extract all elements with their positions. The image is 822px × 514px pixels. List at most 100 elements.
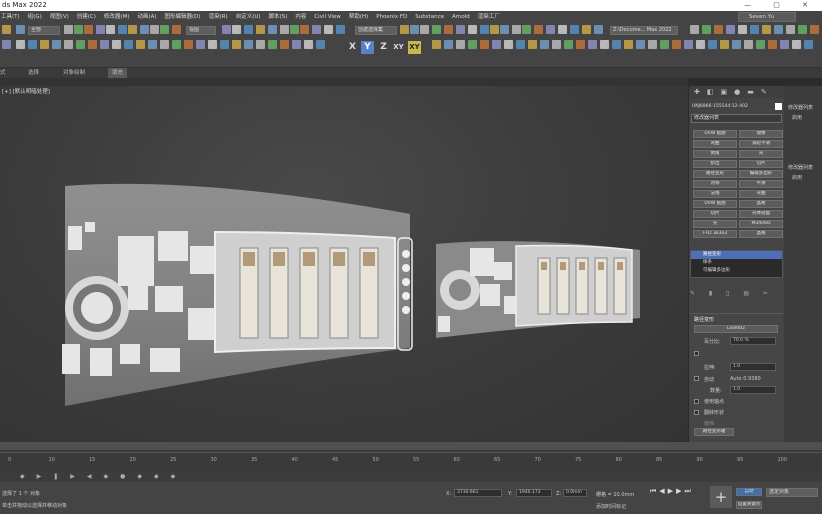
auto-key-button[interactable]: 自动 xyxy=(736,488,762,496)
toolbar-tool-icon[interactable] xyxy=(172,25,181,34)
toolbar-tool-icon[interactable] xyxy=(702,25,711,34)
menu-item[interactable]: 图形编辑器(D) xyxy=(165,14,201,20)
menu-item[interactable]: Civil View xyxy=(314,14,340,20)
toolbar-tool-icon[interactable] xyxy=(232,25,241,34)
toolbar-tool-icon[interactable] xyxy=(88,40,97,49)
toolbar-tool-icon[interactable] xyxy=(150,25,159,34)
toolbar-tool-icon[interactable] xyxy=(792,40,801,49)
toolbar-tool-icon[interactable] xyxy=(690,25,699,34)
toolbar-tool-icon[interactable] xyxy=(672,40,681,49)
toolbar-tool-icon[interactable] xyxy=(290,25,299,34)
toolbar-tool-icon[interactable] xyxy=(324,25,333,34)
toolbar-tool-icon[interactable] xyxy=(316,40,325,49)
toolbar-tool-icon[interactable] xyxy=(400,25,409,34)
toolbar-tool-icon[interactable] xyxy=(534,25,543,34)
toolbar-tool-icon[interactable] xyxy=(504,40,513,49)
toolbar-tool-icon[interactable] xyxy=(100,40,109,49)
z-coord-field[interactable]: 0.0mm xyxy=(563,489,587,497)
modifier-button[interactable]: 法线 xyxy=(693,190,737,198)
time-slider[interactable] xyxy=(0,442,822,450)
toolbar-tool-icon[interactable] xyxy=(172,40,181,49)
ribbon-tab-object-paint[interactable]: 对象绘制 xyxy=(63,68,85,78)
stack-item[interactable]: 可编辑多边形 xyxy=(691,267,782,275)
toolbar-tool-icon[interactable] xyxy=(40,40,49,49)
menu-item[interactable]: 创建(C) xyxy=(77,14,96,20)
viewport-label[interactable]: [+] [默认明暗处理] xyxy=(2,87,50,95)
toolbar-tool-icon[interactable] xyxy=(304,40,313,49)
modifier-button[interactable]: 切片 xyxy=(693,210,737,218)
toolbar-tool-icon[interactable] xyxy=(726,25,735,34)
toolbar-tool-icon[interactable] xyxy=(312,25,321,34)
toolbar-tool-icon[interactable] xyxy=(660,40,669,49)
toolbar-tool-icon[interactable] xyxy=(750,25,759,34)
modifier-button[interactable]: UVW 贴图 xyxy=(693,130,737,138)
far-item[interactable]: 修改器列表 xyxy=(788,164,813,171)
menu-item[interactable]: 动画(A) xyxy=(137,14,156,20)
toolbar-tool-icon[interactable] xyxy=(744,40,753,49)
ribbon-tab-style[interactable]: 式 xyxy=(0,68,6,78)
toolbar-tool-icon[interactable] xyxy=(432,25,441,34)
toolbar-tool-icon[interactable] xyxy=(136,40,145,49)
toolbar-tool-icon[interactable] xyxy=(490,25,499,34)
selection-filter-dropdown[interactable]: 全部 xyxy=(28,26,60,35)
menu-item[interactable]: 脚本(S) xyxy=(269,14,288,20)
stretch-spinner[interactable]: 1.0 xyxy=(730,363,776,371)
toolbar-tool-icon[interactable] xyxy=(594,25,603,34)
menu-item[interactable]: 内容 xyxy=(295,14,306,20)
toolbar-tool-icon[interactable] xyxy=(96,25,105,34)
toolbar-tool-icon[interactable] xyxy=(300,25,309,34)
toolbar-tool-icon[interactable] xyxy=(292,40,301,49)
modifier-button[interactable]: 涡轮平滑 xyxy=(739,140,783,148)
toolbar-tool-icon[interactable] xyxy=(2,25,11,34)
toolbar-tool-icon[interactable] xyxy=(140,25,149,34)
toolbar-tool-icon[interactable] xyxy=(76,40,85,49)
set-key-button[interactable]: 设置关键点 xyxy=(736,501,762,509)
perspective-viewport[interactable] xyxy=(0,86,688,442)
toolbar-tool-icon[interactable] xyxy=(456,25,465,34)
toolbar-tool-icon[interactable] xyxy=(708,40,717,49)
toolbar-tool-icon[interactable] xyxy=(756,40,765,49)
stretch-checkbox[interactable] xyxy=(694,351,699,356)
object-name-field[interactable]: UNJ6866-155544-12-402 xyxy=(692,104,778,112)
axis-xy-button[interactable]: XY xyxy=(392,41,405,54)
toolbar-tool-icon[interactable] xyxy=(220,40,229,49)
toolbar-tool-icon[interactable] xyxy=(522,25,531,34)
modifier-button[interactable]: UVW 贴图 xyxy=(693,200,737,208)
axis-xy-plane-button[interactable]: XY xyxy=(408,41,421,54)
toolbar-tool-icon[interactable] xyxy=(444,40,453,49)
toolbar-tool-icon[interactable] xyxy=(160,40,169,49)
toolbar-tool-icon[interactable] xyxy=(64,40,73,49)
toolbar-tool-icon[interactable] xyxy=(528,40,537,49)
toolbar-tool-icon[interactable] xyxy=(118,25,127,34)
toolbar-tool-icon[interactable] xyxy=(500,25,509,34)
toolbar-tool-icon[interactable] xyxy=(128,25,137,34)
modifier-button[interactable]: 弯曲 xyxy=(693,140,737,148)
far-item[interactable]: 启用 xyxy=(792,114,802,121)
toolbar-tool-icon[interactable] xyxy=(516,40,525,49)
modifier-button[interactable]: 平滑 xyxy=(739,180,783,188)
modifier-button[interactable]: 路径变形 xyxy=(693,170,737,178)
modifier-button[interactable]: 晶格 xyxy=(739,200,783,208)
ribbon-tab-populate[interactable]: 填充 xyxy=(108,68,128,78)
menu-item[interactable]: 渲染工厂 xyxy=(478,14,500,20)
toolbar-tool-icon[interactable] xyxy=(112,40,121,49)
modifier-button[interactable]: FFD 3x3x3 xyxy=(693,230,737,238)
toolbar-tool-icon[interactable] xyxy=(232,40,241,49)
toolbar-tool-icon[interactable] xyxy=(124,40,133,49)
toolbar-tool-icon[interactable] xyxy=(256,25,265,34)
modifier-button[interactable]: 晶格 xyxy=(739,230,783,238)
user-account-dropdown[interactable]: Seven Yu xyxy=(738,12,796,22)
toolbar-tool-icon[interactable] xyxy=(738,25,747,34)
named-selection-dropdown[interactable]: 创建选择集 xyxy=(355,26,397,35)
toolbar-tool-icon[interactable] xyxy=(222,25,231,34)
toolbar-tool-icon[interactable] xyxy=(432,40,441,49)
animation-toolbar[interactable]: ◆▶❚▶◀◆●◆◆◆ xyxy=(0,472,822,482)
timeline[interactable]: 0 10 15 20 25 30 35 40 45 50 55 60 65 70 75 80 85 90 95 100 xyxy=(0,442,822,472)
move-to-path-button[interactable]: 路径变形轴 xyxy=(694,428,734,436)
modifier-button[interactable]: 挤出 xyxy=(693,160,737,168)
modifier-button[interactable]: 倒角 xyxy=(693,150,737,158)
toolbar-tool-icon[interactable] xyxy=(84,25,93,34)
toolbar-tool-icon[interactable] xyxy=(268,40,277,49)
toolbar-tool-icon[interactable] xyxy=(512,25,521,34)
toolbar-tool-icon[interactable] xyxy=(148,40,157,49)
